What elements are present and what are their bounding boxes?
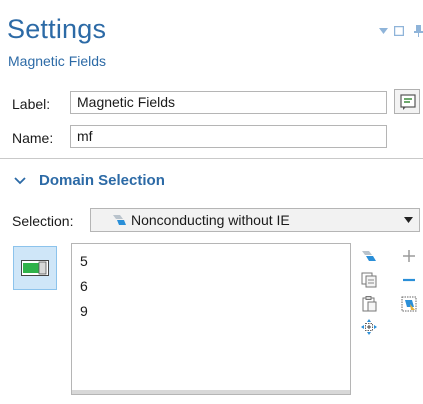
selection-list[interactable]: 5 6 9 [71, 243, 351, 395]
name-field-label: Name: [12, 130, 54, 146]
selection-label: Selection: [12, 213, 74, 229]
label-note-icon [400, 94, 416, 110]
dropdown-arrow-icon[interactable] [379, 27, 388, 35]
label-field-label: Label: [12, 96, 51, 112]
list-item[interactable]: 5 [80, 253, 88, 269]
active-toggle-button[interactable] [13, 246, 57, 290]
copy-selection-icon[interactable] [361, 272, 377, 288]
domain-selection-icon [113, 215, 126, 225]
chevron-down-icon [404, 217, 413, 223]
paste-selection-icon[interactable] [361, 248, 377, 264]
selection-dropdown[interactable]: Nonconducting without IE [90, 208, 420, 232]
show-label-button[interactable] [394, 89, 420, 114]
section-divider [0, 158, 423, 159]
toggle-icon [21, 260, 49, 276]
page-subtitle: Magnetic Fields [8, 53, 107, 69]
clear-selection-icon[interactable] [401, 296, 417, 312]
pin-icon[interactable] [413, 25, 423, 37]
remove-icon[interactable] [401, 272, 417, 288]
chevron-down-icon[interactable] [13, 174, 27, 188]
horizontal-scrollbar[interactable] [72, 390, 350, 394]
label-input[interactable]: Magnetic Fields [70, 91, 387, 114]
section-title-domain-selection[interactable]: Domain Selection [39, 172, 165, 189]
selection-value: Nonconducting without IE [131, 212, 290, 228]
zoom-to-selection-icon[interactable] [361, 319, 377, 335]
maximize-icon[interactable] [394, 26, 404, 36]
page-title: Settings [7, 14, 107, 44]
paste-icon[interactable] [361, 296, 377, 312]
name-input[interactable]: mf [70, 125, 387, 148]
add-icon[interactable] [401, 248, 417, 264]
list-item[interactable]: 6 [80, 278, 88, 294]
list-item[interactable]: 9 [80, 303, 88, 319]
